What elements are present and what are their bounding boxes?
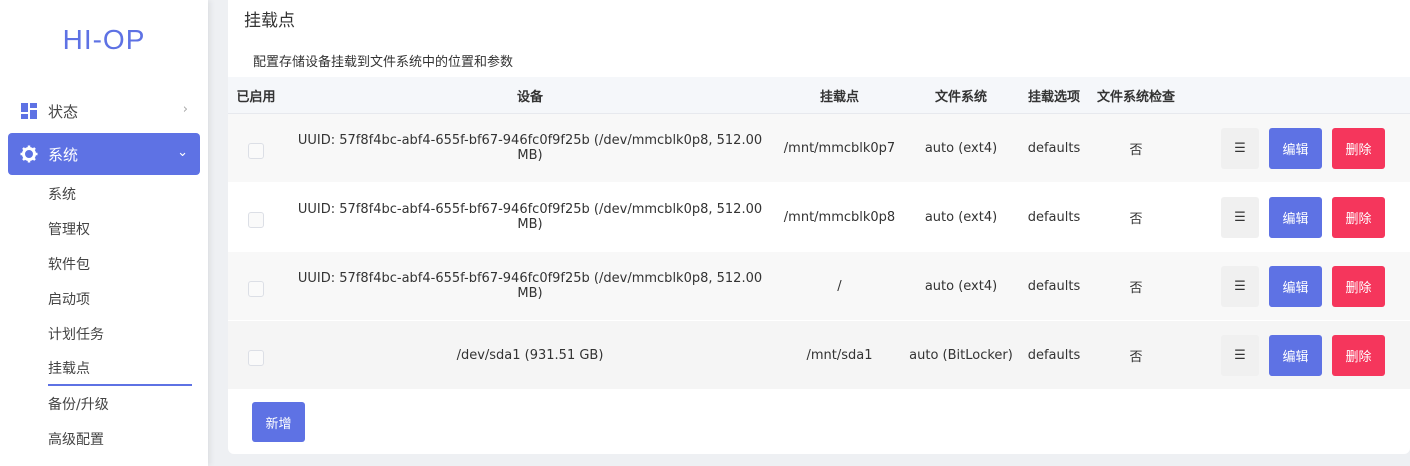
- subnav-item-advanced[interactable]: 高级配置: [48, 423, 192, 458]
- menu-button[interactable]: ☰: [1221, 127, 1259, 169]
- enabled-checkbox[interactable]: [248, 281, 264, 297]
- page-description: 配置存储设备挂载到文件系统中的位置和参数: [253, 55, 514, 70]
- table-row: UUID: 57f8f4bc-abf4-655f-bf67-946fc0f9f2…: [228, 183, 1410, 252]
- fsck-cell: 否: [1129, 211, 1143, 227]
- mountpoint-cell: /: [837, 278, 842, 294]
- delete-button[interactable]: 删除: [1332, 334, 1385, 376]
- filesystem-cell: auto (ext4): [924, 140, 998, 156]
- table-row: UUID: 57f8f4bc-abf4-655f-bf67-946fc0f9f2…: [228, 252, 1410, 321]
- system-subnav: 系统 管理权 软件包 启动项 计划任务 挂载点 备份/升级 高级配置: [48, 178, 192, 458]
- edit-button[interactable]: 编辑: [1269, 196, 1322, 238]
- table-header: 已启用 设备 挂载点 文件系统 挂载选项 文件系统检查: [228, 77, 1410, 114]
- options-cell: defaults: [1027, 140, 1081, 156]
- options-cell: defaults: [1027, 347, 1081, 363]
- table-row: UUID: 57f8f4bc-abf4-655f-bf67-946fc0f9f2…: [228, 114, 1410, 183]
- main-panel: 挂载点 配置存储设备挂载到文件系统中的位置和参数 已启用 设备 挂载点 文件系统…: [228, 0, 1410, 454]
- edit-button[interactable]: 编辑: [1269, 265, 1322, 307]
- gear-icon: [20, 145, 38, 163]
- nav-system[interactable]: 系统 ⌄: [8, 133, 200, 175]
- table-row: /dev/sda1 (931.51 GB) /mnt/sda1 auto (Bi…: [228, 321, 1410, 390]
- options-cell: defaults: [1027, 209, 1081, 225]
- subnav-item-packages[interactable]: 软件包: [48, 248, 192, 283]
- delete-button[interactable]: 删除: [1332, 196, 1385, 238]
- nav-system-label: 系统: [48, 145, 79, 164]
- fsck-cell: 否: [1129, 142, 1143, 158]
- options-cell: defaults: [1027, 278, 1081, 294]
- header-filesystem: 文件系统: [934, 89, 987, 105]
- menu-button[interactable]: ☰: [1221, 334, 1259, 376]
- fsck-cell: 否: [1129, 280, 1143, 296]
- mountpoint-cell: /mnt/sda1: [806, 347, 873, 363]
- filesystem-cell: auto (BitLocker): [909, 347, 1013, 363]
- fsck-cell: 否: [1129, 349, 1143, 365]
- page-title: 挂载点: [244, 11, 295, 31]
- mounts-table: 已启用 设备 挂载点 文件系统 挂载选项 文件系统检查 UUID: 57f8f4…: [228, 77, 1410, 390]
- device-cell: UUID: 57f8f4bc-abf4-655f-bf67-946fc0f9f2…: [297, 133, 763, 163]
- subnav-item-mountpoints[interactable]: 挂载点: [48, 353, 192, 386]
- enabled-checkbox[interactable]: [248, 350, 264, 366]
- add-button[interactable]: 新增: [252, 402, 305, 442]
- device-cell: UUID: 57f8f4bc-abf4-655f-bf67-946fc0f9f2…: [297, 271, 763, 301]
- header-options: 挂载选项: [1027, 89, 1080, 105]
- enabled-checkbox[interactable]: [248, 143, 264, 159]
- enabled-checkbox[interactable]: [248, 212, 264, 228]
- dashboard-icon: [20, 102, 38, 120]
- delete-button[interactable]: 删除: [1332, 127, 1385, 169]
- header-enabled: 已启用: [236, 89, 276, 105]
- subnav-item-admin[interactable]: 管理权: [48, 213, 192, 248]
- header-device: 设备: [516, 89, 543, 105]
- device-cell: UUID: 57f8f4bc-abf4-655f-bf67-946fc0f9f2…: [297, 202, 763, 232]
- edit-button[interactable]: 编辑: [1269, 334, 1322, 376]
- filesystem-cell: auto (ext4): [924, 278, 998, 294]
- device-cell: /dev/sda1 (931.51 GB): [456, 347, 604, 363]
- chevron-down-icon: ⌄: [177, 145, 188, 160]
- subnav-item-startup[interactable]: 启动项: [48, 283, 192, 318]
- delete-button[interactable]: 删除: [1332, 265, 1385, 307]
- brand-logo: HI-OP: [62, 24, 146, 55]
- subnav-item-cron[interactable]: 计划任务: [48, 318, 192, 353]
- chevron-right-icon: ›: [182, 102, 188, 117]
- subnav-item-backup[interactable]: 备份/升级: [48, 388, 192, 423]
- mountpoint-cell: /mnt/mmcblk0p7: [783, 140, 896, 156]
- mountpoint-cell: /mnt/mmcblk0p8: [783, 209, 896, 225]
- edit-button[interactable]: 编辑: [1269, 127, 1322, 169]
- header-mountpoint: 挂载点: [819, 89, 859, 105]
- nav-status[interactable]: 状态 ›: [8, 90, 200, 132]
- filesystem-cell: auto (ext4): [924, 209, 998, 225]
- menu-button[interactable]: ☰: [1221, 265, 1259, 307]
- sidebar: HI-OP 状态 › 系统 ⌄ 系统 管理权 软件包 启动项 计划任务 挂载点 …: [0, 0, 208, 466]
- subnav-item-system[interactable]: 系统: [48, 178, 192, 213]
- menu-button[interactable]: ☰: [1221, 196, 1259, 238]
- nav-status-label: 状态: [48, 102, 79, 121]
- header-fsck: 文件系统检查: [1096, 89, 1175, 105]
